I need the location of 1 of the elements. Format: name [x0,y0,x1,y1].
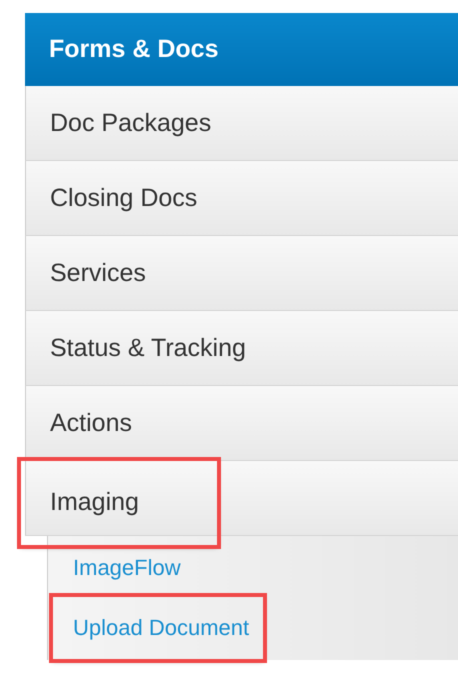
menu-header: Forms & Docs [25,13,458,86]
